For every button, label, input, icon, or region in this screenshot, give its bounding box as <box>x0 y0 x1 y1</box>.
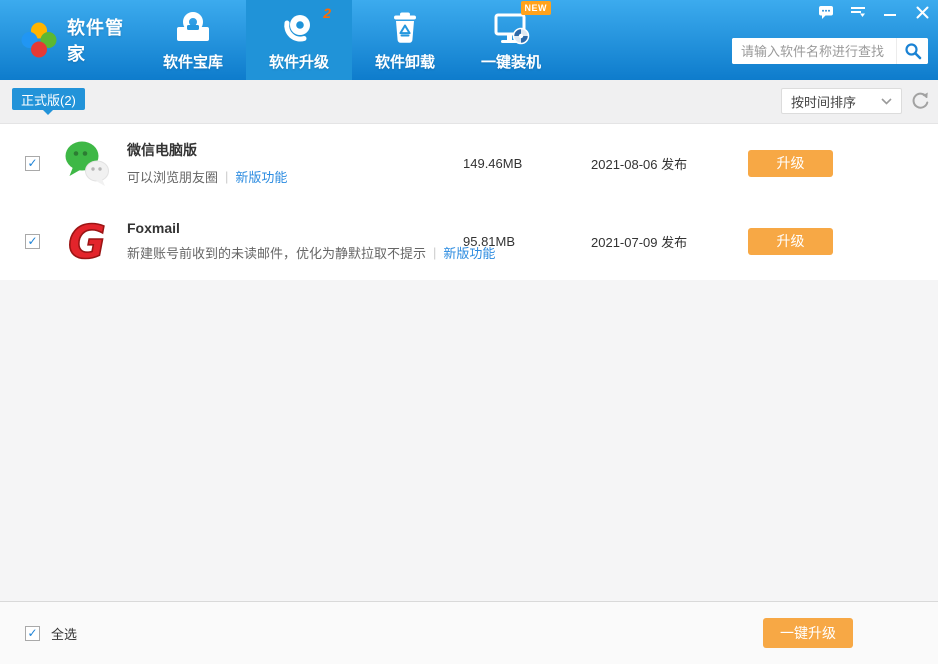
tab-label: 软件宝库 <box>163 51 223 72</box>
tab-label: 软件升级 <box>269 51 329 72</box>
chevron-down-icon <box>881 98 892 105</box>
upgrade-button[interactable]: 升级 <box>748 150 833 177</box>
feedback-bubble-icon[interactable] <box>818 5 834 19</box>
upgrade-count-badge: 2 <box>323 5 331 21</box>
search-icon[interactable] <box>896 38 928 64</box>
software-library-icon <box>174 7 212 49</box>
close-icon[interactable] <box>914 5 930 19</box>
new-tag-badge: NEW <box>521 1 552 15</box>
upgrade-list: 微信电脑版 可以浏览朋友圈 | 新版功能 149.46MB 2021-08-06… <box>0 124 938 280</box>
main-menu-icon[interactable] <box>850 5 866 19</box>
software-uninstall-icon <box>386 7 424 49</box>
app-logo-clover-icon <box>20 21 58 59</box>
version-filter-tab[interactable]: 正式版(2) <box>12 88 85 110</box>
row-checkbox[interactable] <box>25 156 40 171</box>
app-info: 微信电脑版 可以浏览朋友圈 | 新版功能 <box>127 140 463 186</box>
search-box <box>732 38 928 64</box>
app-release-date: 2021-08-06 发布 <box>591 154 748 173</box>
titlebar-controls <box>818 5 930 19</box>
new-features-link[interactable]: 新版功能 <box>235 167 287 186</box>
header: 软件管家 软件宝库 2 软件升级 <box>0 0 938 80</box>
tab-software-upgrade[interactable]: 2 软件升级 <box>246 0 352 80</box>
sort-label: 按时间排序 <box>791 92 856 111</box>
sort-dropdown[interactable]: 按时间排序 <box>781 88 902 114</box>
app-size: 95.81MB <box>463 234 591 249</box>
tab-software-library[interactable]: 软件宝库 <box>140 0 246 80</box>
filter-bar: 正式版(2) 按时间排序 <box>0 80 938 124</box>
foxmail-icon: G <box>63 217 111 265</box>
app-name: Foxmail <box>127 220 463 236</box>
app-brand: 软件管家 <box>0 0 140 80</box>
row-checkbox[interactable] <box>25 234 40 249</box>
app-info: Foxmail 新建账号前收到的未读邮件，优化为静默拉取不提示 | 新版功能 <box>127 220 463 262</box>
tab-one-click-install[interactable]: NEW 一键装机 <box>458 0 564 80</box>
search-input[interactable] <box>732 38 896 64</box>
app-size: 149.46MB <box>463 156 591 171</box>
app-name: 微信电脑版 <box>127 140 463 160</box>
divider: | <box>433 245 436 260</box>
app-description: 新建账号前收到的未读邮件，优化为静默拉取不提示 <box>127 243 426 262</box>
select-all-label: 全选 <box>51 624 77 643</box>
app-release-date: 2021-07-09 发布 <box>591 232 748 251</box>
software-upgrade-icon: 2 <box>279 7 319 49</box>
upgrade-all-button[interactable]: 一键升级 <box>763 618 853 648</box>
tab-software-uninstall[interactable]: 软件卸载 <box>352 0 458 80</box>
one-click-install-icon: NEW <box>491 7 531 49</box>
footer-bar: 全选 一键升级 <box>0 601 938 664</box>
empty-area <box>0 280 938 601</box>
select-all-checkbox[interactable] <box>25 626 40 641</box>
svg-text:G: G <box>68 217 106 265</box>
wechat-icon <box>63 139 111 187</box>
list-item: G Foxmail 新建账号前收到的未读邮件，优化为静默拉取不提示 | 新版功能… <box>0 202 938 280</box>
tab-label: 一键装机 <box>481 51 541 72</box>
list-item: 微信电脑版 可以浏览朋友圈 | 新版功能 149.46MB 2021-08-06… <box>0 124 938 202</box>
upgrade-button[interactable]: 升级 <box>748 228 833 255</box>
divider: | <box>225 169 228 184</box>
app-description: 可以浏览朋友圈 <box>127 167 218 186</box>
app-title: 软件管家 <box>67 14 140 66</box>
minimize-icon[interactable] <box>882 5 898 19</box>
tab-label: 软件卸载 <box>375 51 435 72</box>
nav-tabs: 软件宝库 2 软件升级 <box>140 0 564 80</box>
refresh-icon[interactable] <box>910 90 930 115</box>
